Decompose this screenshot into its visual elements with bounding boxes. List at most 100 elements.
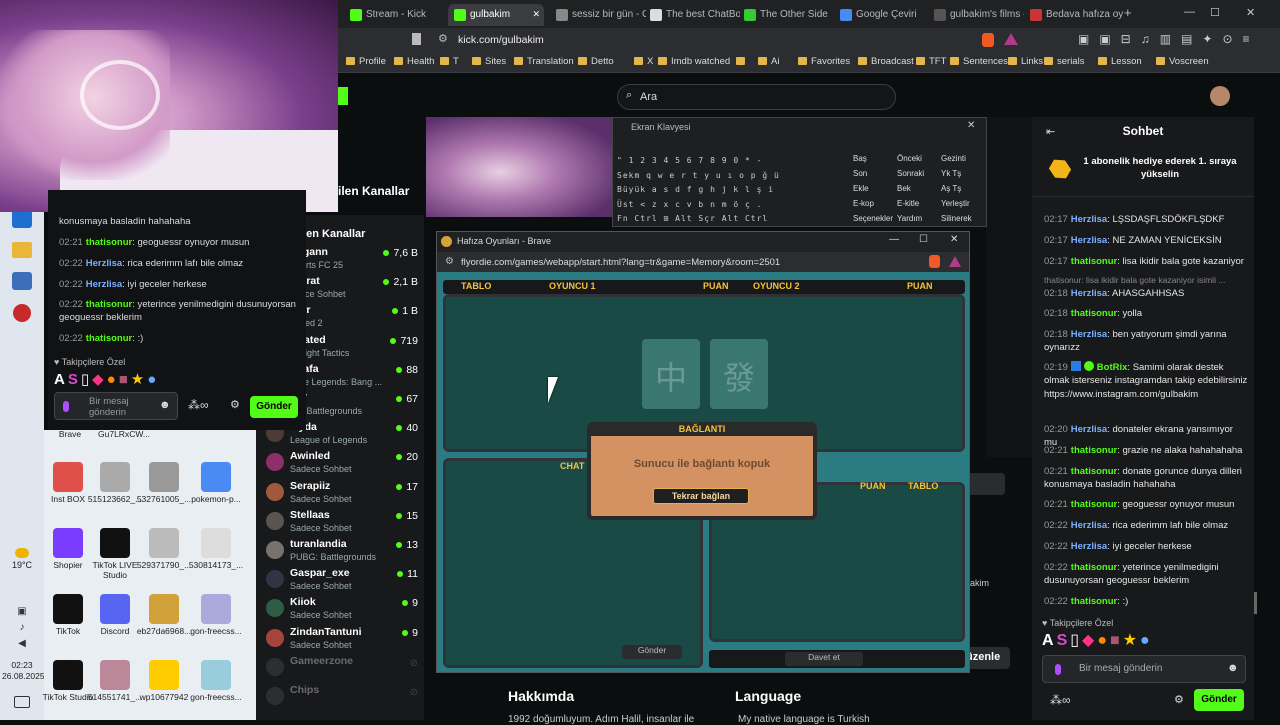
mini-message-input[interactable]: Bir mesaj gönderin ☻ <box>54 392 178 420</box>
osk-function-key[interactable]: Silinerek <box>941 214 972 223</box>
game-send-button[interactable]: Gönder <box>622 645 682 659</box>
tab-close-icon[interactable]: ✕ <box>532 9 540 20</box>
mahjong-tile-1[interactable]: 中 <box>642 339 700 409</box>
mini-gear-icon[interactable]: ⚙ <box>230 398 240 411</box>
browser-tab[interactable]: Stream - Kick <box>344 4 440 26</box>
desktop-icon[interactable]: 515123662_... <box>87 462 143 505</box>
message-user[interactable]: Herzlisa <box>1071 520 1107 531</box>
app-icon[interactable] <box>12 272 32 290</box>
osk-function-key[interactable]: Son <box>853 169 867 178</box>
game-shield-icon[interactable] <box>929 255 940 268</box>
clock[interactable]: 02:23 26.08.2025 <box>2 660 45 682</box>
message-user[interactable]: thatisonur <box>1071 445 1117 456</box>
osk-function-key[interactable]: Yerleştir <box>941 199 970 208</box>
osk-function-key[interactable]: E-kitle <box>897 199 919 208</box>
message-user[interactable]: thatisonur <box>1071 596 1117 607</box>
game-close-button[interactable]: ✕ <box>950 234 958 245</box>
channel-item[interactable]: Awinled Sadece Sohbet 20 <box>266 449 418 477</box>
kick-logo[interactable] <box>338 87 348 105</box>
bookmark-item[interactable]: Ai <box>758 56 779 67</box>
message-user[interactable]: Herzlisa <box>1071 288 1107 299</box>
chat-infinity-icon[interactable]: ⁂∞ <box>1050 693 1071 707</box>
chat-send-button[interactable]: Gönder <box>1194 689 1244 711</box>
message-user[interactable]: Herzlisa <box>1071 214 1107 225</box>
weather-widget[interactable]: 19°C <box>4 548 40 570</box>
osk-keys[interactable]: " 1 2 3 4 5 6 7 8 9 0 * - Sekm q w e r t … <box>617 154 847 224</box>
channel-item[interactable]: Kiiok Sadece Sohbet 9 <box>266 595 418 623</box>
browser-tab[interactable]: gulbakim ✕ <box>448 4 544 26</box>
browser-tab[interactable]: Bedava hafıza oy <box>1024 4 1124 26</box>
message-user[interactable]: thatisonur <box>1071 499 1117 510</box>
bookmark-item[interactable]: Translation <box>514 56 574 67</box>
desktop-icon[interactable]: TikTok LIVE Studio <box>87 528 143 581</box>
mini-infinity-icon[interactable]: ⁂∞ <box>188 398 209 412</box>
message-user[interactable]: thatisonur <box>86 299 132 310</box>
bookmark-item[interactable]: TFT <box>916 56 946 67</box>
bookmark-item[interactable]: Detto <box>578 56 614 67</box>
desktop-icon[interactable]: 529371790_... <box>136 528 192 571</box>
bookmark-item[interactable]: T <box>440 56 459 67</box>
desktop-icon[interactable]: gon-freecss... <box>188 594 244 637</box>
invite-button[interactable]: Davet et <box>785 652 863 666</box>
new-tab-button[interactable]: + <box>1124 5 1132 20</box>
osk-function-key[interactable]: Seçenekler <box>853 214 893 223</box>
channel-item[interactable]: Gaspar_exe Sadece Sohbet 11 <box>266 566 418 594</box>
record-icon[interactable] <box>13 304 31 322</box>
message-user[interactable]: Herzlisa <box>1071 424 1107 435</box>
bookmark-item[interactable]: Sentences <box>950 56 1008 67</box>
desktop-icon[interactable]: gon-freecss... <box>188 660 244 703</box>
message-user[interactable]: Herzlisa <box>1071 329 1107 340</box>
sub-banner[interactable]: 1 abonelik hediye ederek 1. sıraya yükse… <box>1032 147 1254 197</box>
osk-function-key[interactable]: Önceki <box>897 154 922 163</box>
browser-tab[interactable]: gulbakim's films - <box>928 4 1024 26</box>
osk-function-key[interactable]: Sonraki <box>897 169 924 178</box>
message-user[interactable]: thatisonur <box>1071 308 1117 319</box>
chat-emote-row[interactable]: AS▯◆●■★● <box>1042 630 1252 650</box>
user-avatar[interactable] <box>1210 86 1230 106</box>
bookmark-item[interactable]: Lesson <box>1098 56 1142 67</box>
chat-message-input[interactable]: Bir mesaj gönderin ☻ <box>1042 655 1246 683</box>
game-maximize-button[interactable]: ☐ <box>919 234 928 245</box>
message-user[interactable]: Herzlisa <box>86 279 122 290</box>
mini-send-button[interactable]: Gönder <box>250 396 298 418</box>
bookmark-item[interactable] <box>736 56 749 67</box>
message-user[interactable]: thatisonur <box>1071 466 1117 477</box>
minimize-button[interactable]: — <box>1184 6 1195 18</box>
browser-tab[interactable]: The best ChatBot <box>644 4 740 26</box>
desktop-icon[interactable]: 532761005_... <box>136 462 192 505</box>
message-user[interactable]: Herzlisa <box>1071 541 1107 552</box>
channel-item[interactable]: Gameerzone ⊘ <box>266 654 418 682</box>
maximize-button[interactable]: ☐ <box>1210 6 1220 19</box>
rewards-icon[interactable] <box>1004 33 1018 45</box>
brave-shield-icon[interactable] <box>982 33 994 47</box>
bookmark-item[interactable]: Links <box>1008 56 1043 67</box>
desktop-icon[interactable]: 530814173_... <box>188 528 244 571</box>
bookmark-item[interactable]: Profile <box>346 56 386 67</box>
emoji-icon[interactable]: ☻ <box>159 399 171 411</box>
bookmark-item[interactable]: X <box>634 56 653 67</box>
url-text[interactable]: kick.com/gulbakim <box>458 34 544 46</box>
osk-function-key[interactable]: Baş <box>853 154 867 163</box>
osk-function-key[interactable]: Yk Tş <box>941 169 961 178</box>
bookmark-item[interactable]: serials <box>1044 56 1084 67</box>
reconnect-button[interactable]: Tekrar bağlan <box>653 488 749 504</box>
browser-tab[interactable]: sessiz bir gün - G <box>550 4 646 26</box>
stream-preview[interactable] <box>426 117 612 217</box>
browser-tab[interactable]: The Other Side <box>738 4 834 26</box>
message-user[interactable]: BotRix <box>1097 362 1128 373</box>
channel-item[interactable]: turanlandia PUBG: Battlegrounds 13 <box>266 537 418 565</box>
message-user[interactable]: thatisonur <box>86 333 132 344</box>
message-user[interactable]: thatisonur <box>1071 256 1117 267</box>
notification-icon[interactable] <box>14 696 30 708</box>
desktop-icon[interactable]: pokemon-p... <box>188 462 244 505</box>
desktop-icon[interactable]: wp10677942 <box>136 660 192 703</box>
channel-item[interactable]: Chips ⊘ <box>266 683 418 711</box>
desktop-icon[interactable]: 514551741_... <box>87 660 143 703</box>
mahjong-tile-2[interactable]: 發 <box>710 339 768 409</box>
message-user[interactable]: Herzlisa <box>86 258 122 269</box>
osk-function-key[interactable]: Gezinti <box>941 154 966 163</box>
bookmark-item[interactable]: Imdb watched <box>658 56 730 67</box>
toolbar-icons[interactable]: ▣▣⊟♫▥▤✦⊙≡ <box>1078 32 1260 46</box>
outlook-icon[interactable] <box>12 210 32 228</box>
bookmark-icon[interactable] <box>412 33 421 45</box>
